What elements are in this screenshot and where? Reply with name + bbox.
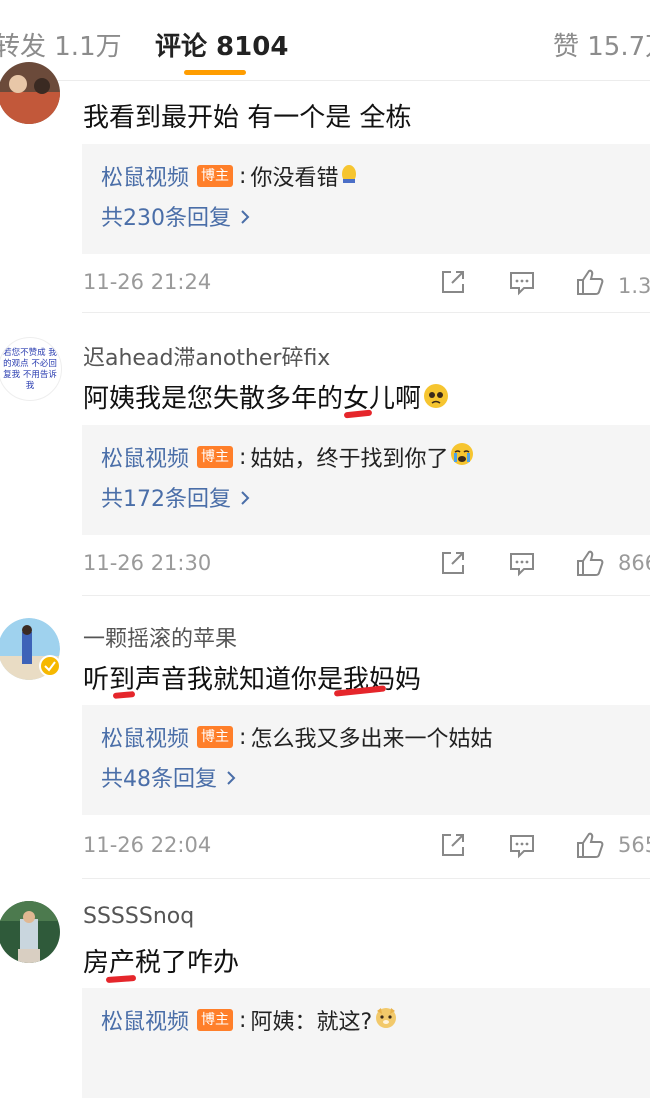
reply-colon: : bbox=[239, 163, 247, 189]
reply-text: 怎么我又多出来一个姑姑 bbox=[250, 727, 493, 752]
comment-text: 我看到最开始 有一个是 全栋 bbox=[83, 103, 412, 133]
comment-username[interactable]: 迟ahead滞another碎fix bbox=[83, 340, 330, 372]
share-icon[interactable] bbox=[439, 831, 467, 863]
tab-comments[interactable]: 评论 8104 bbox=[155, 26, 288, 63]
host-badge: 博主 bbox=[197, 726, 234, 748]
divider bbox=[82, 595, 650, 596]
comment-time: 11-26 21:30 bbox=[83, 551, 212, 575]
reply-text: 姑姑，终于找到你了 bbox=[250, 447, 449, 472]
reply-author[interactable]: 松鼠视频 bbox=[101, 1004, 189, 1036]
reply-box[interactable]: 松鼠视频 博主 : 你没看错 共230条回复 bbox=[82, 144, 650, 254]
reply-count-link[interactable]: 共172条回复 bbox=[101, 481, 251, 513]
like-count: 1.3万 bbox=[618, 274, 650, 298]
comment-meta: 11-26 21:30 866 bbox=[83, 549, 650, 581]
comment-username[interactable]: SSSSSnoq bbox=[83, 904, 194, 929]
reply-count-text: 共172条回复 bbox=[101, 487, 231, 512]
tab-reposts[interactable]: 转发 1.1万 bbox=[0, 26, 122, 63]
comment-text: 阿姨我是您失散多年的女儿啊 bbox=[83, 378, 449, 416]
reply-count-text: 共48条回复 bbox=[101, 767, 217, 792]
comment-icon[interactable] bbox=[508, 831, 536, 863]
comment-time: 11-26 22:04 bbox=[83, 833, 212, 857]
chevron-right-icon bbox=[239, 206, 251, 231]
doge-emoji-icon bbox=[374, 1005, 398, 1035]
host-badge: 博主 bbox=[197, 446, 234, 468]
share-icon[interactable] bbox=[439, 268, 467, 300]
reply-box[interactable]: 松鼠视频 博主 : 姑姑，终于找到你了 共172条回复 bbox=[82, 425, 650, 535]
reply-count-link[interactable]: 共48条回复 bbox=[101, 761, 237, 793]
reply-text: 阿姨：就这? bbox=[250, 1010, 373, 1035]
reply-author[interactable]: 松鼠视频 bbox=[101, 160, 189, 192]
thumbs-up-icon[interactable] bbox=[575, 831, 605, 863]
comment-meta: 11-26 21:24 1.3万 bbox=[83, 268, 650, 300]
comment-text: 房产税了咋办 bbox=[83, 948, 240, 978]
active-tab-indicator bbox=[184, 70, 246, 75]
thumbs-up-icon[interactable] bbox=[575, 268, 605, 300]
reply-box[interactable]: 松鼠视频 博主 : 阿姨：就这? bbox=[82, 988, 650, 1098]
host-badge: 博主 bbox=[197, 165, 234, 187]
share-icon[interactable] bbox=[439, 549, 467, 581]
reply-colon: : bbox=[239, 1007, 247, 1033]
comment-icon[interactable] bbox=[508, 268, 536, 300]
avatar[interactable] bbox=[0, 62, 60, 124]
like-count: 565 bbox=[618, 833, 650, 857]
reply-count-text: 共230条回复 bbox=[101, 206, 231, 231]
chevron-right-icon bbox=[239, 487, 251, 512]
comment-username[interactable]: 一颗摇滚的苹果 bbox=[83, 621, 237, 653]
host-badge: 博主 bbox=[197, 1009, 234, 1031]
highlight-mark bbox=[105, 974, 137, 984]
reply-author[interactable]: 松鼠视频 bbox=[101, 441, 189, 473]
reply-text: 你没看错 bbox=[250, 166, 339, 191]
reply-count-link[interactable]: 共230条回复 bbox=[101, 200, 251, 232]
avatar[interactable] bbox=[0, 618, 61, 681]
comment-time: 11-26 21:24 bbox=[83, 270, 212, 294]
comment-icon[interactable] bbox=[508, 549, 536, 581]
avatar[interactable]: 若您不赞成 我的观点 不必回复我 不用告诉我 bbox=[0, 337, 62, 401]
avatar-text: 若您不赞成 我的观点 不必回复我 不用告诉我 bbox=[3, 348, 57, 391]
highlight-mark bbox=[112, 691, 136, 699]
verified-badge-icon bbox=[39, 655, 61, 681]
reply-box[interactable]: 松鼠视频 博主 : 怎么我又多出来一个姑姑 共48条回复 bbox=[82, 705, 650, 815]
grimace-emoji-icon bbox=[340, 162, 358, 190]
tab-bar: 转发 1.1万 评论 8104 赞 15.7万 bbox=[0, 0, 650, 81]
reply-colon: : bbox=[239, 444, 247, 470]
avatar[interactable] bbox=[0, 901, 60, 963]
tab-likes[interactable]: 赞 15.7万 bbox=[553, 26, 650, 63]
chevron-right-icon bbox=[225, 767, 237, 792]
like-count: 866 bbox=[618, 551, 650, 575]
crying-face-emoji-icon bbox=[450, 442, 474, 472]
divider bbox=[82, 878, 650, 879]
pleading-face-emoji-icon bbox=[423, 383, 449, 416]
thumbs-up-icon[interactable] bbox=[575, 549, 605, 581]
reply-colon: : bbox=[239, 724, 247, 750]
comment-meta: 11-26 22:04 565 bbox=[83, 831, 650, 863]
reply-author[interactable]: 松鼠视频 bbox=[101, 721, 189, 753]
divider bbox=[82, 312, 650, 313]
